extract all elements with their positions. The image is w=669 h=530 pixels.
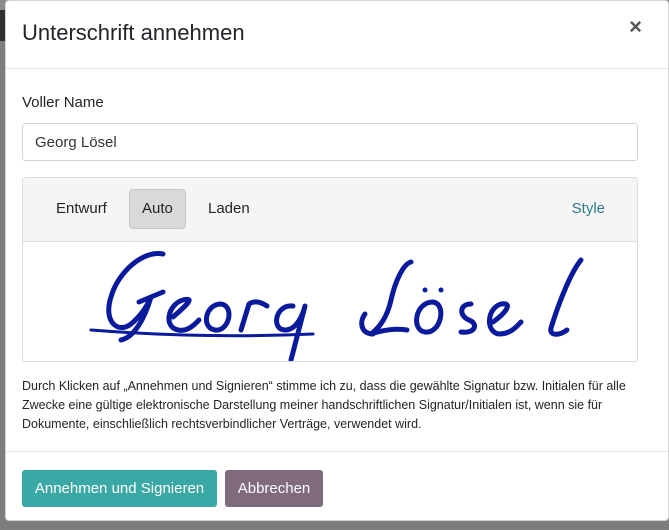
full-name-label: Voller Name bbox=[22, 94, 104, 111]
tab-draw[interactable]: Entwurf bbox=[44, 189, 119, 229]
style-link[interactable]: Style bbox=[572, 200, 605, 217]
accept-signature-dialog: Unterschrift annehmen × Voller Name Entw… bbox=[5, 0, 669, 521]
dialog-title: Unterschrift annehmen bbox=[22, 20, 245, 45]
close-button[interactable]: × bbox=[629, 15, 642, 39]
dialog-footer: Annehmen und Signieren Abbrechen bbox=[6, 451, 668, 522]
tab-auto[interactable]: Auto bbox=[129, 189, 186, 229]
accept-and-sign-button[interactable]: Annehmen und Signieren bbox=[22, 470, 217, 507]
tab-upload[interactable]: Laden bbox=[196, 189, 262, 229]
signature-image bbox=[89, 251, 584, 361]
legal-disclaimer: Durch Klicken auf „Annehmen und Signiere… bbox=[22, 379, 626, 431]
signature-panel: Entwurf Auto Laden Style bbox=[22, 177, 638, 362]
full-name-input[interactable] bbox=[22, 123, 638, 161]
dialog-header: Unterschrift annehmen × bbox=[6, 1, 668, 69]
cancel-button[interactable]: Abbrechen bbox=[225, 470, 323, 507]
signature-tabs: Entwurf Auto Laden Style bbox=[23, 178, 637, 242]
signature-canvas[interactable] bbox=[23, 242, 637, 361]
